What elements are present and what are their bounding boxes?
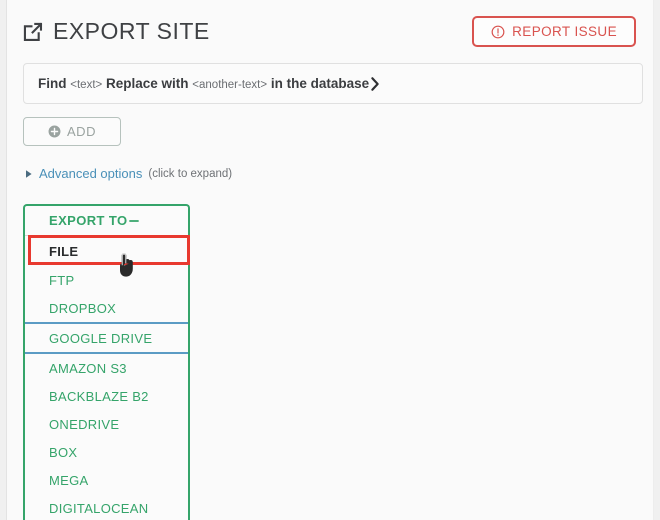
export-option-label: DROPBOX [49, 301, 116, 316]
export-option-ftp[interactable]: FTP [25, 266, 188, 294]
export-option-label: GOOGLE DRIVE [49, 331, 152, 346]
export-option-digitalocean[interactable]: DIGITALOCEAN [25, 494, 188, 520]
export-option-amazon-s3[interactable]: AMAZON S3 [25, 354, 188, 382]
export-option-backblaze-b2[interactable]: BACKBLAZE B2 [25, 382, 188, 410]
advanced-options-row[interactable]: Advanced options (click to expand) [25, 166, 232, 181]
minus-icon[interactable] [127, 214, 141, 228]
export-to-panel: EXPORT TO FILE FTP DROPBOX GOOGLE DRIVE … [23, 204, 190, 520]
find-replace-text: Find <text> Replace with <another-text> … [38, 76, 369, 91]
add-button[interactable]: ADD [23, 117, 121, 146]
export-option-label: ONEDRIVE [49, 417, 119, 432]
share-external-icon [22, 21, 44, 43]
replace-label: Replace with [106, 76, 189, 91]
export-site-page: EXPORT SITE REPORT ISSUE Find <text> Rep… [0, 0, 660, 520]
export-option-mega[interactable]: MEGA [25, 466, 188, 494]
export-option-label: MEGA [49, 473, 88, 488]
export-option-label: BOX [49, 445, 77, 460]
database-suffix: in the database [271, 76, 369, 91]
page-title: EXPORT SITE [53, 18, 210, 45]
export-to-header[interactable]: EXPORT TO [25, 206, 188, 236]
export-option-google-drive[interactable]: GOOGLE DRIVE [25, 322, 188, 354]
plus-circle-icon [48, 125, 61, 138]
find-label: Find [38, 76, 67, 91]
export-option-label: AMAZON S3 [49, 361, 127, 376]
pointing-hand-cursor [115, 252, 137, 278]
page-title-group: EXPORT SITE [22, 18, 210, 45]
find-placeholder: <text> [70, 79, 102, 91]
chevron-right-icon[interactable] [369, 76, 381, 92]
find-replace-bar[interactable]: Find <text> Replace with <another-text> … [23, 63, 643, 104]
right-edge-gutter [653, 0, 660, 520]
export-option-label: BACKBLAZE B2 [49, 389, 149, 404]
exclamation-circle-icon [491, 25, 505, 39]
report-issue-label: REPORT ISSUE [512, 24, 617, 39]
triangle-right-icon [25, 169, 33, 179]
add-button-label: ADD [67, 124, 96, 139]
export-to-header-label: EXPORT TO [49, 213, 127, 228]
export-option-onedrive[interactable]: ONEDRIVE [25, 410, 188, 438]
export-option-file[interactable]: FILE [25, 236, 188, 266]
export-option-label: FILE [49, 244, 78, 259]
export-option-label: FTP [49, 273, 74, 288]
advanced-options-hint: (click to expand) [148, 168, 232, 180]
report-issue-button[interactable]: REPORT ISSUE [472, 16, 636, 47]
advanced-options-link[interactable]: Advanced options [39, 166, 142, 181]
export-option-dropbox[interactable]: DROPBOX [25, 294, 188, 322]
export-option-label: DIGITALOCEAN [49, 501, 148, 516]
page-header: EXPORT SITE REPORT ISSUE [22, 16, 644, 56]
left-edge-gutter [0, 0, 7, 520]
replace-placeholder: <another-text> [192, 79, 267, 91]
export-option-box[interactable]: BOX [25, 438, 188, 466]
